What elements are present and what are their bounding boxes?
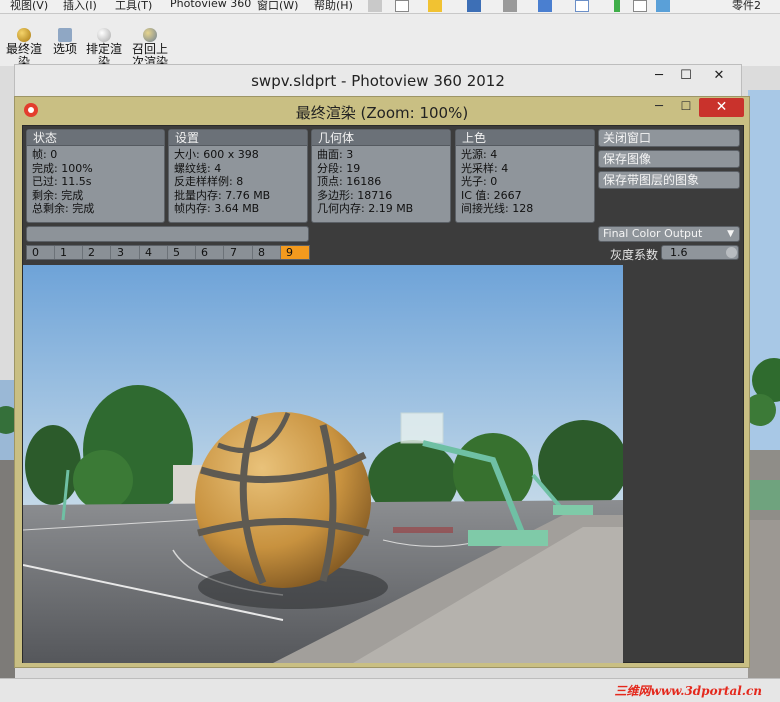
status-frame: 帧: 0 [32, 148, 58, 161]
status-remaining: 剩余: 完成 [32, 188, 84, 202]
solidworks-menubar: 视图(V) 插入(I) 工具(T) Photoview 360 窗口(W) 帮助… [0, 0, 780, 14]
menu-insert[interactable]: 插入(I) [63, 0, 97, 13]
document-window-title: swpv.sldprt - Photoview 360 2012 [251, 72, 505, 90]
rendered-image-viewport [23, 265, 623, 663]
geometry-panel-header: 几何体 [312, 130, 450, 146]
status-elapsed: 已过: 11.5s [32, 175, 92, 188]
render-output-dropdown[interactable]: Final Color Output ▼ [598, 226, 740, 242]
options-button[interactable]: 选项 [45, 28, 85, 56]
pass-5[interactable]: 5 [168, 246, 196, 259]
pass-8[interactable]: 8 [253, 246, 281, 259]
menu-photoview[interactable]: Photoview 360 [170, 0, 251, 10]
shading-lights: 光源: 4 [461, 148, 498, 161]
gamma-value: 1.6 [670, 246, 688, 259]
options-label: 选项 [52, 42, 77, 56]
render-pass-selector: 0 1 2 3 4 5 6 7 8 9 [26, 245, 310, 260]
pass-9[interactable]: 9 [281, 246, 309, 259]
shading-photons: 光子: 0 [461, 175, 498, 188]
settings-frame-memory: 帧内存: 3.64 MB [174, 202, 260, 215]
basketball-model [195, 412, 371, 588]
menu-view[interactable]: 视图(V) [10, 0, 48, 13]
settings-threads: 螺纹线: 4 [174, 161, 222, 175]
gamma-spinner-icon[interactable] [726, 247, 737, 258]
background-scene-image [748, 90, 780, 678]
watermark: 三维网www.3dportal.cn [614, 684, 762, 698]
document-close-button[interactable]: ✕ [699, 66, 739, 86]
photoview-ribbon: 最终渲染 选项 排定渲染 召回上次渲染 [0, 14, 780, 69]
geometry-polygons: 多边形: 18716 [317, 188, 393, 202]
undo-icon[interactable] [538, 0, 552, 12]
save-icon[interactable] [467, 0, 481, 12]
geometry-surfaces: 曲面: 3 [317, 148, 354, 161]
render-minimize-button[interactable]: ─ [646, 99, 672, 117]
menu-tools[interactable]: 工具(T) [115, 0, 152, 13]
background-render-scene-left [0, 380, 15, 680]
render-progress-bar [26, 226, 309, 242]
geometry-vertices: 顶点: 16186 [317, 175, 382, 188]
shading-panel-header: 上色 [456, 130, 594, 146]
select-cursor-icon[interactable] [575, 0, 589, 12]
recall-render-icon [143, 28, 157, 42]
menu-help[interactable]: 帮助(H) [314, 0, 353, 13]
clock-icon [97, 28, 111, 42]
save-image-with-layers-button[interactable]: 保存带图层的图象 [598, 171, 740, 189]
pass-0[interactable]: 0 [27, 246, 55, 259]
close-window-button[interactable]: 关闭窗口 [598, 129, 740, 147]
background-scene-left-image [0, 380, 15, 680]
pass-3[interactable]: 3 [112, 246, 140, 259]
geometry-memory: 几何内存: 2.19 MB [317, 202, 414, 215]
file-props-icon[interactable] [633, 0, 647, 12]
chevron-down-icon: ▼ [727, 229, 734, 239]
shading-ic-value: IC 值: 2667 [461, 188, 522, 202]
final-render-window: 最终渲染 (Zoom: 100%) ─ ☐ ✕ 状态 帧: 0 完成: 100%… [14, 96, 750, 668]
teapot-icon [17, 28, 31, 42]
document-minimize-button[interactable]: ─ [646, 66, 672, 86]
geometry-panel: 几何体 曲面: 3 分段: 19 顶点: 16186 多边形: 18716 几何… [311, 129, 451, 223]
render-close-button[interactable]: ✕ [699, 98, 744, 117]
render-output-value: Final Color Output [603, 227, 703, 240]
render-maximize-button[interactable]: ☐ [673, 99, 699, 117]
recall-last-render-button[interactable]: 召回上次渲染 [130, 28, 170, 69]
render-window-titlebar: 最终渲染 (Zoom: 100%) ─ ☐ ✕ [15, 97, 749, 123]
settings-antialias: 反走样样例: 8 [174, 175, 244, 188]
menu-window[interactable]: 窗口(W) [257, 0, 298, 13]
traffic-light-icon[interactable] [614, 0, 620, 12]
pass-4[interactable]: 4 [140, 246, 168, 259]
new-doc-icon[interactable] [395, 0, 409, 12]
document-window-titlebar: swpv.sldprt - Photoview 360 2012 ─ ☐ ✕ [14, 64, 742, 98]
gamma-label: 灰度系数 [610, 248, 659, 262]
shading-indirect-rays: 间接光线: 128 [461, 202, 534, 215]
options-icon[interactable] [656, 0, 670, 12]
settings-bucket-memory: 批量内存: 7.76 MB [174, 188, 271, 202]
final-render-button[interactable]: 最终渲染 [4, 28, 44, 69]
document-maximize-button[interactable]: ☐ [673, 66, 699, 86]
gamma-input[interactable]: 1.6 [661, 245, 739, 260]
geometry-segments: 分段: 19 [317, 161, 361, 175]
schedule-render-button[interactable]: 排定渲染 [84, 28, 124, 69]
pass-7[interactable]: 7 [225, 246, 253, 259]
status-total-remaining: 总剩余: 完成 [32, 202, 95, 215]
render-window-title: 最终渲染 (Zoom: 100%) [295, 104, 469, 122]
pass-1[interactable]: 1 [55, 246, 83, 259]
pin-icon[interactable] [368, 0, 382, 12]
status-panel: 状态 帧: 0 完成: 100% 已过: 11.5s 剩余: 完成 总剩余: 完… [26, 129, 165, 223]
print-icon[interactable] [503, 0, 517, 12]
render-window-content: 状态 帧: 0 完成: 100% 已过: 11.5s 剩余: 完成 总剩余: 完… [22, 125, 744, 663]
document-name-label: 零件2 [732, 0, 761, 12]
status-panel-header: 状态 [27, 130, 164, 146]
settings-panel-header: 设置 [169, 130, 307, 146]
pass-2[interactable]: 2 [83, 246, 111, 259]
open-folder-icon[interactable] [428, 0, 442, 12]
shading-panel: 上色 光源: 4 光采样: 4 光子: 0 IC 值: 2667 间接光线: 1… [455, 129, 595, 223]
solidworks-statusbar: 三维网www.3dportal.cn [0, 678, 780, 702]
shading-light-samples: 光采样: 4 [461, 161, 509, 175]
pass-6[interactable]: 6 [196, 246, 224, 259]
save-image-button[interactable]: 保存图像 [598, 150, 740, 168]
background-render-scene [748, 90, 780, 678]
basketball-court-render [23, 265, 623, 663]
settings-size: 大小: 600 x 398 [174, 148, 259, 161]
status-complete: 完成: 100% [32, 161, 93, 175]
settings-panel: 设置 大小: 600 x 398 螺纹线: 4 反走样样例: 8 批量内存: 7… [168, 129, 308, 223]
options-icon [58, 28, 72, 42]
